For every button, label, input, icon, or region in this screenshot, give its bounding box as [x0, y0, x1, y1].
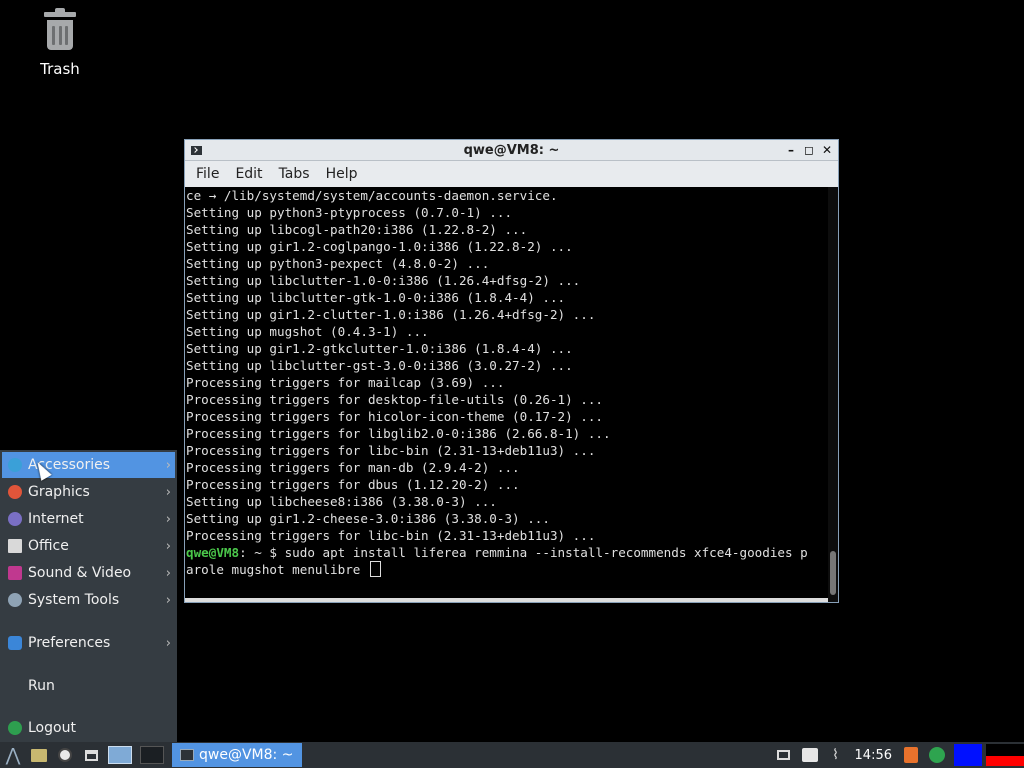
menu-item-run[interactable]: Run — [2, 673, 175, 699]
terminal-line: Processing triggers for libc-bin (2.31-1… — [186, 528, 596, 543]
menu-bar: File Edit Tabs Help — [185, 161, 838, 187]
terminal-icon — [180, 749, 194, 761]
menu-item-label: Preferences — [28, 635, 111, 651]
file-manager-icon[interactable] — [29, 745, 49, 765]
battery-indicator[interactable] — [986, 744, 1024, 766]
terminal-line: Setting up gir1.2-cheese-3.0:i386 (3.38.… — [186, 511, 550, 526]
web-browser-icon[interactable] — [55, 745, 75, 765]
preferences-icon — [8, 636, 22, 650]
menu-file[interactable]: File — [188, 166, 227, 182]
chevron-right-icon: › — [165, 457, 171, 473]
menu-item-sound-video[interactable]: Sound & Video › — [2, 560, 175, 586]
desktop-trash[interactable]: Trash — [24, 8, 96, 78]
terminal-line: Setting up gir1.2-clutter-1.0:i386 (1.26… — [186, 307, 596, 322]
terminal-icon — [191, 145, 202, 155]
chevron-right-icon: › — [165, 635, 171, 651]
trash-label: Trash — [40, 60, 80, 78]
text-cursor — [369, 561, 381, 577]
taskbar-task-label: qwe@VM8: ~ — [199, 747, 294, 763]
chevron-right-icon: › — [165, 511, 171, 527]
prompt-path: : ~ $ — [239, 545, 285, 560]
show-desktop-icon[interactable] — [81, 745, 101, 765]
terminal-line: Setting up libcogl-path20:i386 (1.22.8-2… — [186, 222, 528, 237]
menu-item-label: Logout — [28, 720, 76, 736]
application-menu: Accessories › Graphics › Internet › Offi… — [0, 450, 177, 742]
lock-icon[interactable] — [901, 745, 921, 765]
trash-icon — [42, 8, 78, 52]
terminal-line: ce → /lib/systemd/system/accounts-daemon… — [186, 188, 558, 203]
menu-item-accessories[interactable]: Accessories › — [2, 452, 175, 478]
workspace-2-icon[interactable] — [139, 745, 165, 765]
command-text-1: sudo apt install liferea remmina --insta… — [284, 545, 808, 560]
menu-item-system-tools[interactable]: System Tools › — [2, 587, 175, 613]
logout-icon — [8, 721, 22, 735]
terminal-line: Processing triggers for hicolor-icon-the… — [186, 409, 604, 424]
taskbar-terminal-button[interactable]: qwe@VM8: ~ — [172, 743, 302, 767]
terminal-line: Setting up gir1.2-coglpango-1.0:i386 (1.… — [186, 239, 573, 254]
update-icon[interactable] — [927, 745, 947, 765]
internet-icon — [8, 512, 22, 526]
menu-item-label: Office — [28, 538, 69, 554]
terminal-line: Setting up gir1.2-gtkclutter-1.0:i386 (1… — [186, 341, 573, 356]
clock[interactable]: 14:56 — [855, 748, 892, 763]
horizontal-scrollbar[interactable] — [185, 598, 828, 602]
terminal-line: Processing triggers for libc-bin (2.31-1… — [186, 443, 596, 458]
office-icon — [8, 539, 22, 553]
terminal-line: Setting up libclutter-1.0-0:i386 (1.26.4… — [186, 273, 581, 288]
menu-item-label: Graphics — [28, 484, 90, 500]
terminal-line: Processing triggers for mailcap (3.69) .… — [186, 375, 505, 390]
terminal-line: Setting up mugshot (0.4.3-1) ... — [186, 324, 429, 339]
accessories-icon — [8, 458, 22, 472]
terminal-line: Setting up python3-pexpect (4.8.0-2) ... — [186, 256, 490, 271]
maximize-button[interactable]: ◻ — [802, 143, 816, 157]
start-menu-icon[interactable]: ⋀ — [3, 745, 23, 766]
terminal-window[interactable]: qwe@VM8: ~ – ◻ ✕ File Edit Tabs Help ce … — [184, 139, 839, 603]
menu-item-preferences[interactable]: Preferences › — [2, 630, 175, 656]
chevron-right-icon: › — [165, 592, 171, 608]
menu-item-label: System Tools — [28, 592, 120, 608]
chevron-right-icon: › — [165, 538, 171, 554]
terminal-line: Setting up python3-ptyprocess (0.7.0-1) … — [186, 205, 513, 220]
menu-edit[interactable]: Edit — [227, 166, 270, 182]
display-icon[interactable] — [774, 745, 794, 765]
menu-item-label: Sound & Video — [28, 565, 132, 581]
terminal-line: Processing triggers for libglib2.0-0:i38… — [186, 426, 611, 441]
terminal-line: Setting up libclutter-gst-3.0-0:i386 (3.… — [186, 358, 573, 373]
chevron-right-icon: › — [165, 484, 171, 500]
system-tools-icon — [8, 593, 22, 607]
chevron-right-icon: › — [165, 565, 171, 581]
menu-item-graphics[interactable]: Graphics › — [2, 479, 175, 505]
scrollbar-thumb[interactable] — [830, 551, 836, 595]
close-button[interactable]: ✕ — [820, 143, 834, 157]
workspace-1-icon[interactable] — [107, 745, 133, 765]
window-titlebar[interactable]: qwe@VM8: ~ – ◻ ✕ — [185, 140, 838, 161]
terminal-output[interactable]: ce → /lib/systemd/system/accounts-daemon… — [185, 187, 828, 602]
terminal-line: Setting up libcheese8:i386 (3.38.0-3) ..… — [186, 494, 497, 509]
prompt-user: qwe@VM8 — [186, 545, 240, 560]
menu-item-label: Internet — [28, 511, 84, 527]
vertical-scrollbar[interactable] — [828, 187, 838, 602]
volume-indicator[interactable] — [954, 744, 982, 766]
graphics-icon — [8, 485, 22, 499]
sound-video-icon — [8, 566, 22, 580]
terminal-line: Setting up libclutter-gtk-1.0-0:i386 (1.… — [186, 290, 566, 305]
menu-item-office[interactable]: Office › — [2, 533, 175, 559]
taskbar: ⋀ qwe@VM8: ~ ⌇ 14:56 — [0, 742, 1024, 768]
menu-item-label: Run — [28, 678, 55, 694]
menu-item-logout[interactable]: Logout — [2, 715, 175, 741]
menu-help[interactable]: Help — [318, 166, 366, 182]
paperclip-icon[interactable]: ⌇ — [826, 745, 846, 765]
minimize-button[interactable]: – — [784, 143, 798, 157]
terminal-line: Processing triggers for man-db (2.9.4-2)… — [186, 460, 520, 475]
menu-item-internet[interactable]: Internet › — [2, 506, 175, 532]
window-title: qwe@VM8: ~ — [463, 142, 560, 158]
menu-tabs[interactable]: Tabs — [271, 166, 318, 182]
terminal-line: Processing triggers for dbus (1.12.20-2)… — [186, 477, 520, 492]
terminal-line: Processing triggers for desktop-file-uti… — [186, 392, 604, 407]
screenshot-icon[interactable] — [800, 745, 820, 765]
command-text-2: arole mugshot menulibre — [186, 562, 368, 577]
